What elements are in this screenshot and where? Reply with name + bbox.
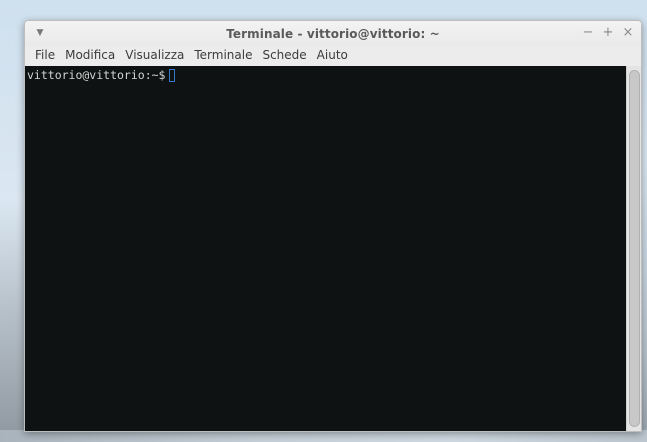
prompt-line: vittorio@vittorio:~$ bbox=[27, 68, 626, 83]
window-title: Terminale - vittorio@vittorio: ~ bbox=[226, 27, 440, 41]
menu-modifica[interactable]: Modifica bbox=[60, 47, 120, 64]
terminal-window: ▼ Terminale - vittorio@vittorio: ~ − + ×… bbox=[24, 20, 642, 432]
close-button[interactable]: × bbox=[621, 25, 635, 41]
menu-visualizza[interactable]: Visualizza bbox=[120, 47, 189, 64]
menu-aiuto[interactable]: Aiuto bbox=[312, 47, 353, 64]
desktop-wallpaper bbox=[0, 0, 24, 442]
menu-file[interactable]: File bbox=[33, 47, 60, 64]
maximize-button[interactable]: + bbox=[601, 25, 615, 41]
text-cursor bbox=[169, 69, 176, 82]
window-controls: − + × bbox=[581, 25, 635, 41]
menu-bar: File Modifica Visualizza Terminale Sched… bbox=[25, 47, 641, 64]
menu-schede[interactable]: Schede bbox=[257, 47, 311, 64]
terminal-output[interactable]: vittorio@vittorio:~$ bbox=[25, 66, 626, 431]
menu-terminale[interactable]: Terminale bbox=[189, 47, 257, 64]
vertical-scrollbar[interactable] bbox=[626, 66, 641, 431]
window-menu-chevron-down-icon[interactable]: ▼ bbox=[35, 28, 45, 38]
scrollbar-thumb[interactable] bbox=[629, 70, 640, 427]
shell-prompt: vittorio@vittorio:~$ bbox=[27, 68, 166, 82]
minimize-button[interactable]: − bbox=[581, 25, 595, 41]
title-bar[interactable]: ▼ Terminale - vittorio@vittorio: ~ − + × bbox=[25, 21, 641, 47]
terminal-area: vittorio@vittorio:~$ bbox=[25, 66, 641, 431]
